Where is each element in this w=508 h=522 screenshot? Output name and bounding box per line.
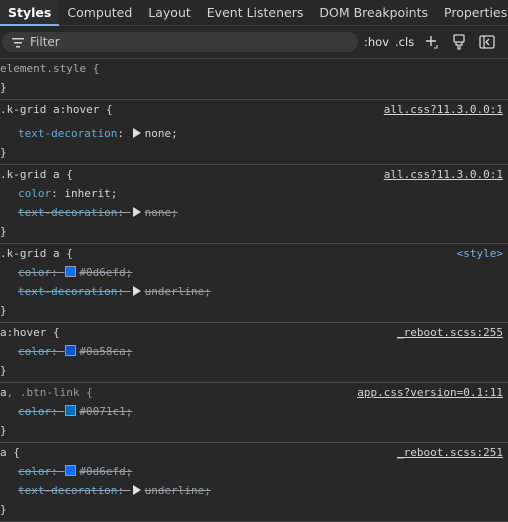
declaration[interactable]: color: inherit; [0,184,508,203]
color-swatch[interactable] [65,405,77,416]
rule-close-brace: } [0,364,7,377]
property-value: #0a58ca; [79,345,133,358]
overridden-declaration[interactable]: color: #0d6efd; [0,263,508,282]
style-rules-pane: element.style { } .k-grid a:hover { all.… [0,59,508,522]
rule-close-brace: } [0,503,7,516]
rule-a-btn-link: a, .btn-link { app.css?version=0.1:11 co… [0,383,508,443]
unmatched-selector: , .btn-link { [6,386,93,399]
property-value: underline; [144,285,211,298]
rule-close-brace: } [0,81,7,94]
property-name: color [18,187,52,200]
rule-source-link[interactable]: all.css?11.3.0.0:1 [384,100,503,119]
filter-input[interactable]: Filter [2,32,358,52]
tab-styles[interactable]: Styles [0,0,60,26]
property-name: color [18,465,52,478]
property-value: #0d6efd; [79,465,133,478]
rule-selector: .k-grid a:hover { [0,103,113,116]
rule-k-grid-a-hover: .k-grid a:hover { all.css?11.3.0.0:1 tex… [0,100,508,165]
plus-icon[interactable] [420,31,442,53]
rule-k-grid-a-inline-style: .k-grid a { <style> color: #0d6efd; text… [0,244,508,323]
rule-selector: .k-grid a { [0,168,73,181]
property-name: color [18,345,52,358]
property-value: inherit; [64,187,118,200]
expand-triangle-icon[interactable] [132,128,141,138]
property-value: underline; [144,484,211,497]
overridden-declaration[interactable]: text-decoration: underline; [0,481,508,500]
tab-bar: Styles Computed Layout Event Listeners D… [0,0,508,26]
property-value: #0d6efd; [79,266,133,279]
rule-selector: element.style { [0,62,100,75]
rule-a-hover: a:hover { _reboot.scss:255 color: #0a58c… [0,323,508,383]
rule-k-grid-a: .k-grid a { all.css?11.3.0.0:1 color: in… [0,165,508,244]
color-swatch[interactable] [65,345,77,356]
property-name: text-decoration [18,127,118,140]
tab-dom-breakpoints[interactable]: DOM Breakpoints [311,0,436,25]
rule-close-brace: } [0,424,7,437]
property-name: text-decoration [18,206,118,219]
rule-close-brace: } [0,304,7,317]
rule-selector: .k-grid a { [0,247,73,260]
rule-selector: a, .btn-link { [0,386,93,399]
rule-source-link[interactable]: all.css?11.3.0.0:1 [384,165,503,184]
overridden-declaration[interactable]: color: #0d6efd; [0,462,508,481]
rule-source-link[interactable]: <style> [457,244,503,263]
rule-source-link[interactable]: app.css?version=0.1:11 [357,383,503,402]
overridden-declaration[interactable]: text-decoration: none; [0,203,508,222]
property-name: text-decoration [18,484,118,497]
property-value: none; [144,206,178,219]
declaration[interactable]: text-decoration: none; [0,124,508,143]
rule-selector: a { [0,446,20,459]
rule-source-link[interactable]: _reboot.scss:255 [397,323,503,342]
property-name: color [18,405,52,418]
styles-toolbar: Filter :hov .cls [0,26,508,59]
color-swatch[interactable] [65,266,77,277]
filter-icon [12,33,24,52]
rule-selector: a:hover { [0,326,60,339]
rule-close-brace: } [0,146,7,159]
overridden-declaration[interactable]: color: #0071c1; [0,402,508,421]
expand-triangle-icon[interactable] [132,485,141,495]
tab-properties[interactable]: Properties [436,0,508,25]
overridden-declaration[interactable]: color: #0a58ca; [0,342,508,361]
cls-button[interactable]: .cls [395,35,414,49]
paint-brush-icon[interactable] [448,31,470,53]
rule-close-brace: } [0,225,7,238]
tab-layout[interactable]: Layout [140,0,199,25]
property-value: none; [144,127,178,140]
rule-source-link[interactable]: _reboot.scss:251 [397,443,503,462]
color-swatch[interactable] [65,465,77,476]
overridden-declaration[interactable]: text-decoration: underline; [0,282,508,301]
tab-event-listeners[interactable]: Event Listeners [199,0,312,25]
filter-placeholder: Filter [30,35,60,49]
tab-computed[interactable]: Computed [59,0,140,25]
rule-a: a { _reboot.scss:251 color: #0d6efd; tex… [0,443,508,522]
expand-triangle-icon[interactable] [132,286,141,296]
property-value: #0071c1; [79,405,133,418]
expand-triangle-icon[interactable] [132,207,141,217]
sidebar-toggle-icon[interactable] [476,31,498,53]
property-name: text-decoration [18,285,118,298]
matched-selector: a [0,386,7,399]
property-name: color [18,266,52,279]
hov-button[interactable]: :hov [364,35,389,49]
rule-element-style: element.style { } [0,59,508,100]
